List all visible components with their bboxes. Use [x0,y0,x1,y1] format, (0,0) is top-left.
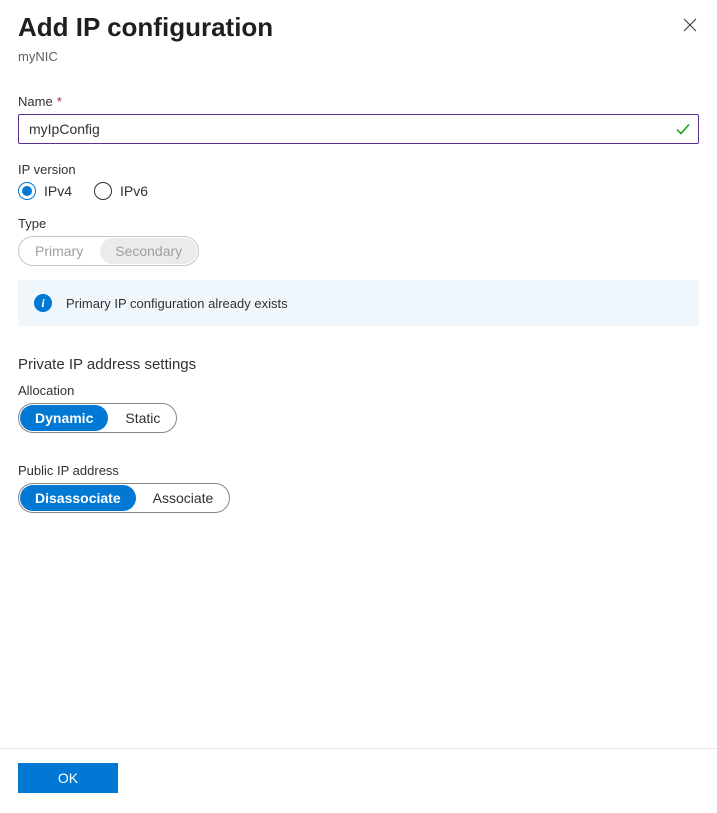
close-icon [683,19,697,36]
radio-icon [94,182,112,200]
type-secondary: Secondary [100,238,197,264]
checkmark-icon [675,121,691,137]
public-ip-associate[interactable]: Associate [137,484,230,512]
allocation-static[interactable]: Static [109,404,176,432]
public-ip-label: Public IP address [18,463,699,478]
radio-icon [18,182,36,200]
radio-label: IPv4 [44,183,72,199]
close-button[interactable] [681,12,699,43]
private-ip-heading: Private IP address settings [18,356,699,373]
public-ip-disassociate[interactable]: Disassociate [20,485,136,511]
allocation-toggle[interactable]: Dynamic Static [18,403,177,433]
name-input[interactable] [18,114,699,144]
footer: OK [0,748,717,813]
allocation-dynamic[interactable]: Dynamic [20,405,108,431]
public-ip-toggle[interactable]: Disassociate Associate [18,483,230,513]
ip-version-group: IPv4 IPv6 [18,182,699,200]
allocation-label: Allocation [18,383,699,398]
name-label: Name * [18,94,699,109]
info-banner: i Primary IP configuration already exist… [18,280,699,326]
info-icon: i [34,294,52,312]
panel-title: Add IP configuration [18,12,273,43]
ip-version-ipv4[interactable]: IPv4 [18,182,72,200]
type-toggle: Primary Secondary [18,236,199,266]
panel-subtitle: myNIC [18,49,699,64]
ip-version-ipv6[interactable]: IPv6 [94,182,148,200]
required-indicator: * [57,94,62,109]
type-label: Type [18,216,699,231]
info-text: Primary IP configuration already exists [66,296,288,311]
ok-button[interactable]: OK [18,763,118,793]
ip-version-label: IP version [18,162,699,177]
radio-label: IPv6 [120,183,148,199]
type-primary: Primary [19,237,99,265]
